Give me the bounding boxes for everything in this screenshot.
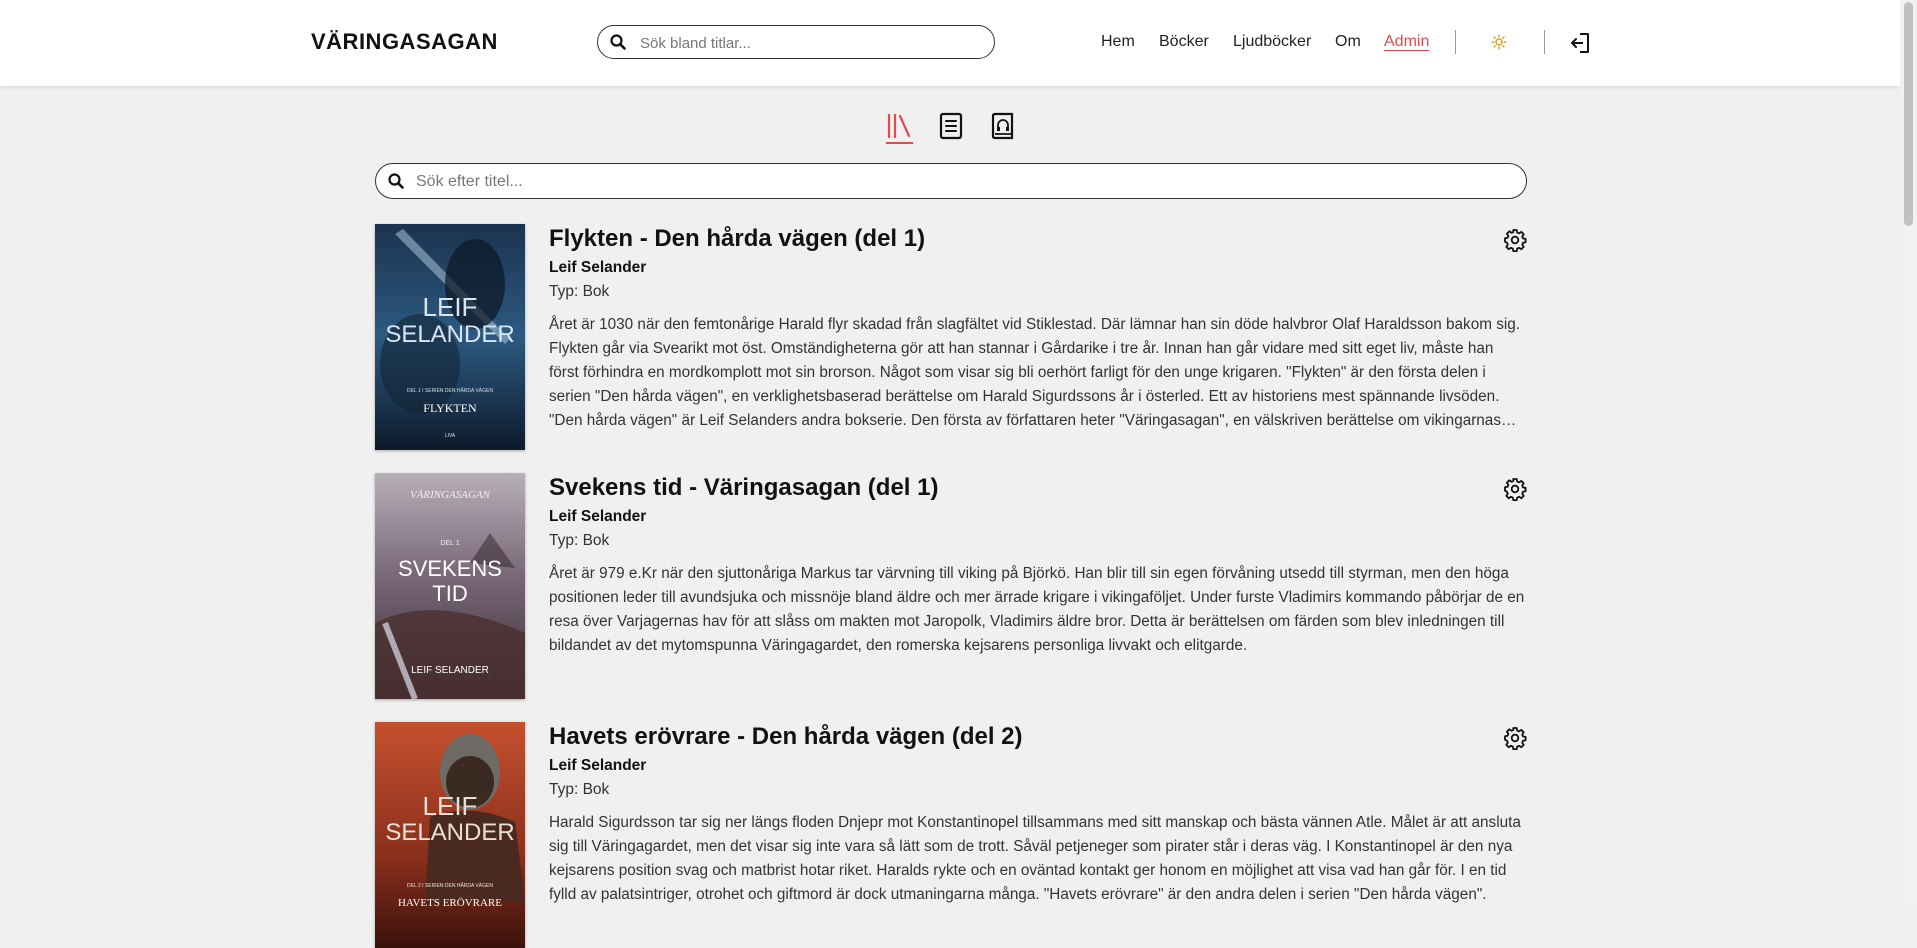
settings-gear-icon[interactable]	[1503, 228, 1527, 252]
cover-text: DEL 1 I SERIEN DEN HÅRDA VÄGEN	[407, 387, 493, 394]
settings-gear-icon[interactable]	[1503, 726, 1527, 750]
sun-icon[interactable]	[1491, 34, 1507, 50]
book-icon[interactable]	[937, 111, 965, 141]
book-description: Året är 1030 när den femtonårige Harald …	[549, 316, 1521, 429]
cover-text: VÄRINGASAGAN	[410, 489, 491, 501]
cover-text: DEL 2 I SERIEN DEN HÅRDA VÄGEN	[407, 882, 493, 889]
cover-text: FLYKTEN	[423, 401, 477, 415]
nav-divider	[1455, 30, 1456, 54]
book-author: Leif Selander	[549, 757, 647, 774]
cover-text: LEIF	[423, 292, 478, 322]
nav-divider	[1544, 30, 1545, 54]
header-search-input[interactable]	[638, 30, 982, 56]
audiobook-icon[interactable]	[989, 111, 1017, 141]
cover-text: DEL 1	[440, 540, 459, 547]
search-icon	[610, 34, 626, 50]
book-author: Leif Selander	[549, 259, 647, 276]
book-description: Året är 979 e.Kr när den sjuttonåriga Ma…	[549, 565, 1525, 654]
title-search[interactable]	[375, 163, 1527, 199]
nav-link-ljudbocker[interactable]: Ljudböcker	[1233, 33, 1311, 51]
cover-text: SELANDER	[385, 321, 514, 348]
book-description: Harald Sigurdsson tar sig ner längs flod…	[549, 814, 1521, 903]
book-cover[interactable]: LEIF SELANDER DEL 1 I SERIEN DEN HÅRDA V…	[375, 224, 525, 450]
logout-icon[interactable]	[1569, 32, 1591, 54]
book-item[interactable]: VÄRINGASAGAN DEL 1 SVEKENS TID LEIF SELA…	[375, 473, 1527, 699]
book-cover[interactable]: LEIF SELANDER DEL 2 I SERIEN DEN HÅRDA V…	[375, 722, 525, 948]
nav-link-bocker[interactable]: Böcker	[1159, 33, 1209, 51]
book-item[interactable]: LEIF SELANDER DEL 2 I SERIEN DEN HÅRDA V…	[375, 722, 1527, 948]
cover-text: LEIF	[423, 791, 478, 821]
cover-text: LIVA	[445, 433, 456, 439]
book-author: Leif Selander	[549, 508, 647, 525]
book-item[interactable]: LEIF SELANDER DEL 1 I SERIEN DEN HÅRDA V…	[375, 224, 1527, 450]
cover-text: SVEKENS	[398, 556, 502, 581]
settings-gear-icon[interactable]	[1503, 477, 1527, 501]
cover-text: SELANDER	[385, 819, 514, 846]
top-header: VÄRINGASAGAN Hem Böcker Ljudböcker Om Ad…	[0, 0, 1900, 86]
library-icon[interactable]	[885, 111, 913, 141]
book-title[interactable]: Svekens tid - Väringasagan (del 1)	[549, 474, 938, 502]
book-cover[interactable]: VÄRINGASAGAN DEL 1 SVEKENS TID LEIF SELA…	[375, 473, 525, 699]
nav-link-admin[interactable]: Admin	[1384, 33, 1429, 51]
book-type: Typ: Bok	[549, 781, 610, 798]
header-search[interactable]	[597, 25, 995, 59]
book-title[interactable]: Havets erövrare - Den hårda vägen (del 2…	[549, 723, 1023, 751]
book-title[interactable]: Flykten - Den hårda vägen (del 1)	[549, 225, 925, 253]
nav-link-om[interactable]: Om	[1335, 33, 1361, 51]
cover-text: LEIF SELANDER	[411, 665, 489, 676]
nav-link-hem[interactable]: Hem	[1101, 33, 1135, 51]
site-logo[interactable]: VÄRINGASAGAN	[311, 29, 498, 55]
book-type: Typ: Bok	[549, 532, 610, 549]
active-tab-indicator	[886, 142, 913, 144]
cover-text: TID	[432, 581, 467, 606]
cover-text: HAVETS ERÖVRARE	[398, 897, 502, 909]
search-icon	[388, 173, 404, 189]
book-type: Typ: Bok	[549, 283, 610, 300]
title-search-input[interactable]	[414, 169, 1508, 195]
scrollbar-thumb[interactable]	[1904, 2, 1913, 226]
